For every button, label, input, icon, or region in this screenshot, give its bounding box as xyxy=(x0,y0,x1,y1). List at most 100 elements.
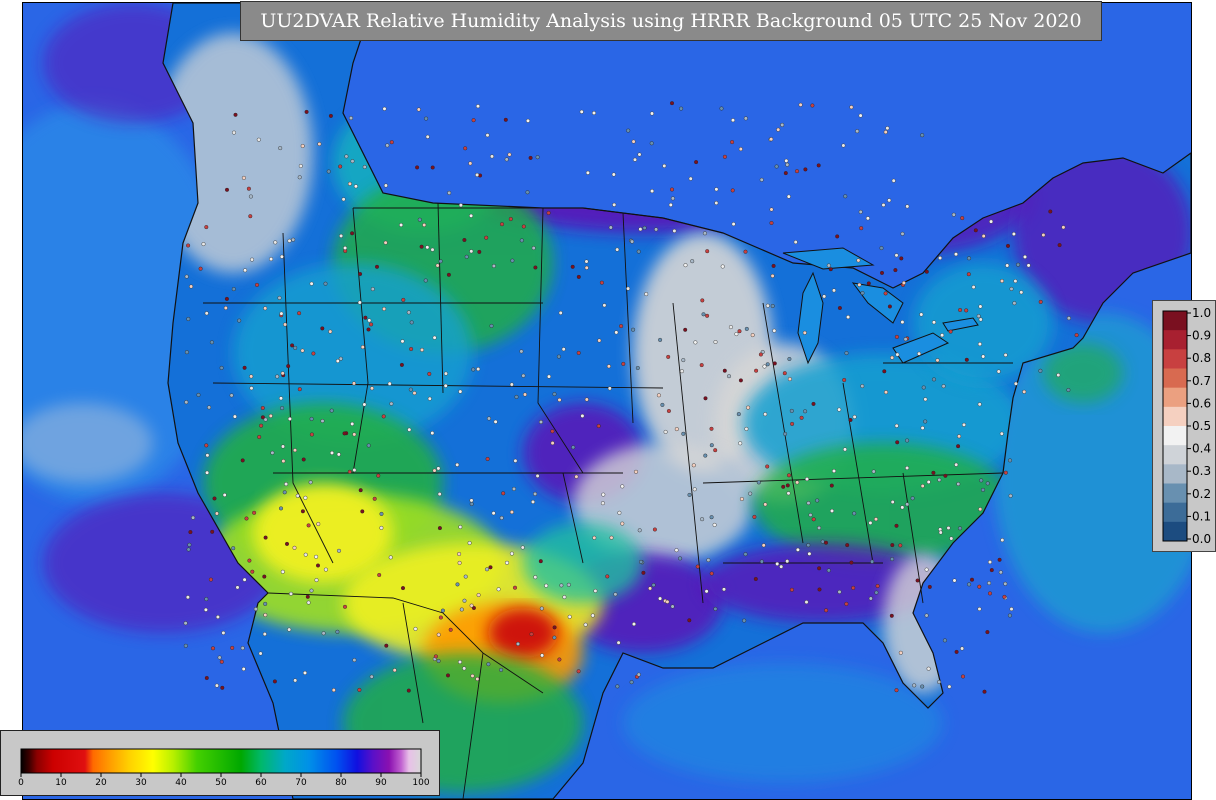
station-marker xyxy=(357,687,362,692)
station-marker xyxy=(231,130,236,135)
station-marker xyxy=(306,600,311,605)
station-marker xyxy=(1002,594,1007,599)
rh-colorbar-ticks: 0 10 20 30 40 50 60 70 80 90 100 xyxy=(18,773,430,788)
station-marker xyxy=(432,335,437,340)
station-marker xyxy=(609,535,614,540)
station-marker xyxy=(731,222,736,227)
station-marker xyxy=(528,155,533,160)
station-marker xyxy=(774,164,779,169)
station-marker xyxy=(301,457,306,462)
station-marker xyxy=(882,369,887,374)
station-marker xyxy=(448,627,453,632)
station-marker xyxy=(923,397,928,402)
station-marker xyxy=(469,249,474,254)
station-marker xyxy=(422,222,427,227)
station-marker xyxy=(790,421,795,426)
station-marker xyxy=(977,402,982,407)
station-marker xyxy=(198,266,203,271)
station-marker xyxy=(485,133,490,138)
station-marker xyxy=(298,163,303,168)
station-marker xyxy=(306,523,311,528)
station-marker xyxy=(457,560,462,565)
station-marker xyxy=(516,641,521,646)
station-marker xyxy=(384,643,389,648)
station-marker xyxy=(776,127,781,132)
station-marker xyxy=(843,194,848,199)
station-marker xyxy=(547,374,552,379)
station-marker xyxy=(620,484,625,489)
station-marker xyxy=(752,514,757,519)
station-marker xyxy=(958,526,963,531)
station-marker xyxy=(293,678,298,683)
station-marker xyxy=(1022,389,1027,394)
station-marker xyxy=(730,188,735,193)
station-marker xyxy=(883,130,888,135)
obs-tick-label: 0.3 xyxy=(1192,464,1211,478)
station-marker xyxy=(437,526,442,531)
station-marker xyxy=(463,574,468,579)
station-marker xyxy=(739,497,744,502)
station-marker xyxy=(485,457,490,462)
station-marker xyxy=(820,539,825,544)
station-marker xyxy=(982,689,987,694)
station-marker xyxy=(409,347,414,352)
station-marker xyxy=(360,345,365,350)
station-marker xyxy=(584,259,589,264)
station-marker xyxy=(382,106,387,111)
station-marker xyxy=(769,207,774,212)
station-marker xyxy=(691,463,696,468)
station-marker xyxy=(491,511,496,516)
station-marker xyxy=(335,629,340,634)
station-marker xyxy=(779,564,784,569)
station-marker xyxy=(651,583,656,588)
station-marker xyxy=(408,387,413,392)
rh-analysis-map xyxy=(22,2,1192,800)
station-marker xyxy=(803,167,808,172)
station-marker xyxy=(205,470,210,475)
station-marker xyxy=(224,296,229,301)
station-marker xyxy=(602,303,607,308)
station-marker xyxy=(415,165,420,170)
station-marker xyxy=(436,632,441,637)
station-marker xyxy=(350,159,355,164)
station-marker xyxy=(263,417,268,422)
station-marker xyxy=(704,589,709,594)
station-marker xyxy=(988,560,993,565)
station-marker xyxy=(350,421,355,426)
station-marker xyxy=(713,606,718,611)
station-marker xyxy=(585,170,590,175)
station-marker xyxy=(1008,493,1013,498)
station-marker xyxy=(926,480,931,485)
station-marker xyxy=(367,318,372,323)
station-marker xyxy=(650,111,655,116)
station-marker xyxy=(743,552,748,557)
station-marker xyxy=(269,257,274,262)
station-marker xyxy=(654,227,659,232)
station-marker xyxy=(281,459,286,464)
station-marker xyxy=(652,527,657,532)
station-marker xyxy=(960,216,965,221)
station-marker xyxy=(1066,316,1071,321)
station-marker xyxy=(744,426,749,431)
station-marker xyxy=(656,393,661,398)
station-marker xyxy=(999,431,1004,436)
station-marker xyxy=(519,349,524,354)
station-marker xyxy=(358,488,363,493)
obs-colorbar-swatch xyxy=(1163,464,1187,484)
map-title: UU2DVAR Relative Humidity Analysis using… xyxy=(260,10,1082,32)
obs-colorbar-swatch xyxy=(1163,483,1187,504)
station-marker xyxy=(316,563,321,568)
station-marker xyxy=(868,520,873,525)
station-marker xyxy=(204,225,209,230)
station-marker xyxy=(637,152,642,157)
station-marker xyxy=(240,458,245,463)
station-marker xyxy=(758,352,763,357)
station-marker xyxy=(1038,299,1043,304)
station-marker xyxy=(630,239,635,244)
station-marker xyxy=(425,134,430,139)
station-marker xyxy=(811,401,816,406)
station-marker xyxy=(242,577,247,582)
obs-tick-label: 0.4 xyxy=(1192,442,1211,456)
station-marker xyxy=(222,493,227,498)
station-marker xyxy=(277,295,282,300)
